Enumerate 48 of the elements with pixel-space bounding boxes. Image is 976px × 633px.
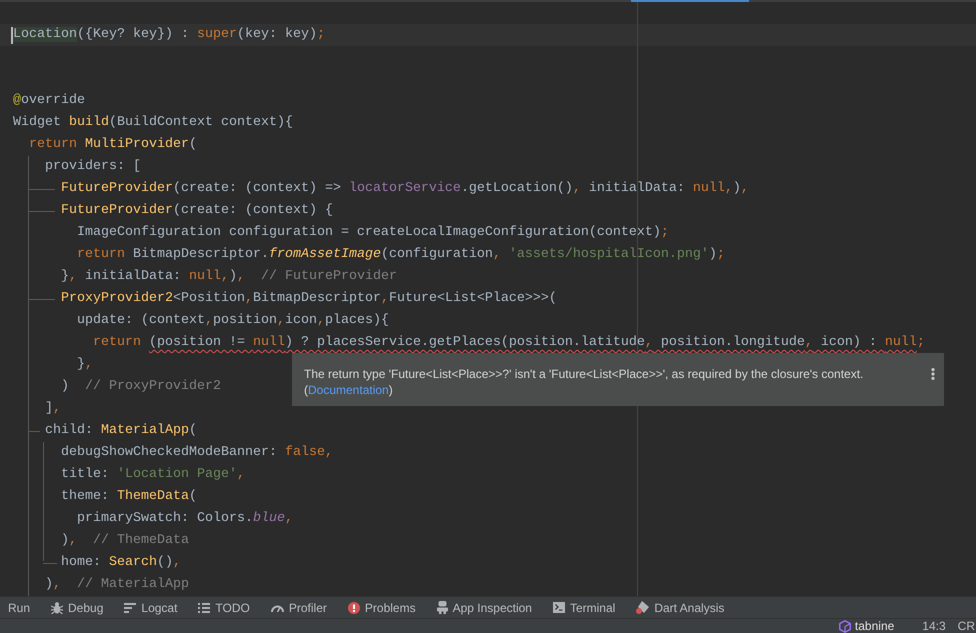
terminal-icon (552, 602, 565, 613)
code-line: Location({Key? key}) : super(key: key); (13, 26, 325, 44)
documentation-link[interactable]: Documentation (308, 383, 389, 397)
code-line: providers: [ (45, 158, 141, 176)
tool-window-button[interactable]: Dart Analysis (628, 597, 732, 618)
tool-window-button[interactable]: App Inspection (428, 597, 540, 618)
tool-window-button[interactable]: TODO (190, 597, 258, 618)
line-separator[interactable]: CR (958, 619, 976, 633)
code-line: child: MaterialApp( (45, 422, 197, 440)
robot-icon (436, 601, 448, 614)
code-line: ) // ProxyProvider2 (61, 378, 221, 396)
code-line: debugShowCheckedModeBanner: false, (61, 444, 333, 462)
tool-window-button[interactable]: Terminal (544, 597, 624, 618)
code-line: FutureProvider(create: (context) => locatorService.getLocation(), initialData: null,), (61, 180, 749, 198)
kebab-menu-icon[interactable] (931, 368, 935, 380)
error-message: The return type 'Future<List<Place>>?' isn't a 'Future<List<Place>>', as required by the closure's context. (Documentation) (304, 366, 864, 398)
code-line: update: (context,position,icon,places){ (77, 312, 389, 330)
code-line: }, (77, 356, 93, 374)
plugin-status[interactable]: tabnine (854, 619, 894, 633)
code-line: ImageConfiguration configuration = createLocalImageConfiguration(context); (77, 224, 669, 242)
code-line: ], (45, 400, 61, 418)
code-line: home: Search(), (61, 554, 181, 572)
code-line: return MultiProvider( (29, 136, 197, 154)
bug-icon (51, 602, 64, 614)
tool-window-button[interactable]: Debug (43, 597, 112, 618)
code-line: FutureProvider(create: (context) { (61, 202, 333, 220)
code-line: }, initialData: null,), // FutureProvider (61, 268, 397, 286)
hexagon-icon (838, 620, 851, 632)
caret-position[interactable]: 14:3 (922, 619, 946, 633)
code-line: Widget build(BuildContext context){ (13, 114, 293, 132)
tool-window-button[interactable]: Run (0, 597, 38, 618)
code-line: ), // ThemeData (61, 532, 189, 550)
tool-window-button[interactable]: Profiler (262, 597, 335, 618)
code-line: return (position != null) ? placesService.getPlaces(position.latitude, position.longitude, icon) : null; (92, 334, 925, 352)
exclamation-circle-icon (348, 602, 360, 614)
lines-icon (124, 602, 136, 612)
code-line: ProxyProvider2<Position,BitmapDescriptor,Future<List<Place>>>( (61, 290, 557, 308)
tool-window-button[interactable]: Problems (340, 597, 424, 618)
code-line: primarySwatch: Colors.blue, (77, 510, 293, 528)
code-line: ), // MaterialApp (45, 576, 189, 594)
text-cursor (11, 26, 13, 44)
list-icon (198, 602, 210, 612)
code-line: @override (13, 92, 85, 110)
tool-window-button[interactable]: Logcat (116, 597, 186, 618)
code-line: return BitmapDescriptor.fromAssetImage(configuration, 'assets/hospitalIcon.png'); (77, 246, 725, 264)
code-line: theme: ThemeData( (61, 488, 197, 506)
code-line: title: 'Location Page', (61, 466, 245, 484)
gauge-icon (270, 603, 284, 612)
